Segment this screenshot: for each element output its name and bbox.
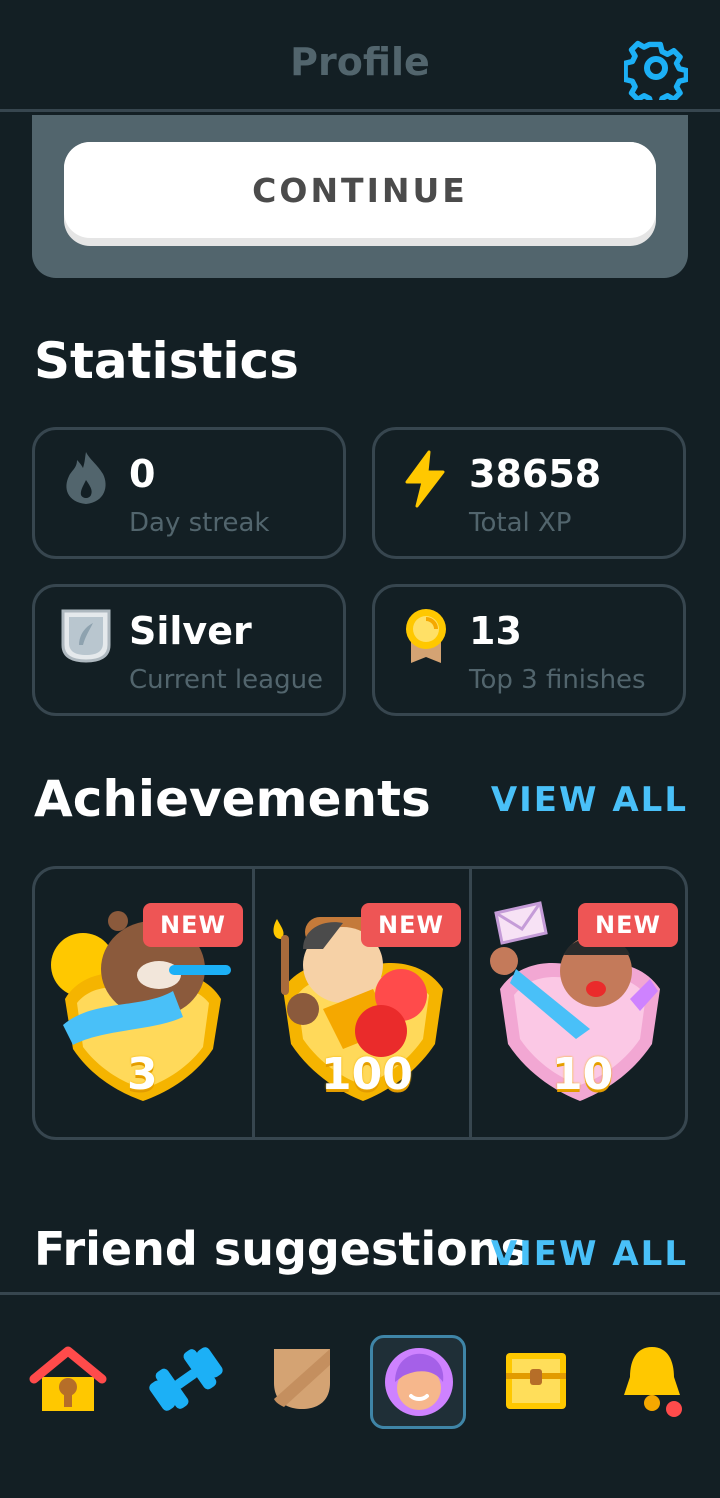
stat-card-league: Silver Current league <box>32 584 346 716</box>
medal-icon <box>406 609 446 663</box>
achievement-level: 3 <box>127 1049 158 1100</box>
stat-card-xp: 38658 Total XP <box>372 427 686 559</box>
stat-label: Day streak <box>129 508 270 538</box>
stat-value: 38658 <box>469 452 602 496</box>
silver-league-shield-icon <box>61 609 111 663</box>
lightning-icon <box>405 450 445 508</box>
house-icon[interactable] <box>28 1339 108 1419</box>
shield-icon[interactable] <box>262 1339 342 1419</box>
dumbbell-icon[interactable] <box>146 1339 226 1419</box>
achievement-item[interactable]: NEW 10 <box>472 869 685 1137</box>
continue-button-label[interactable]: CONTINUE <box>64 142 656 238</box>
achievements-view-all-link[interactable]: VIEW ALL <box>491 780 688 820</box>
friend-suggestions-heading: Friend suggestions <box>34 1222 528 1276</box>
statistics-heading: Statistics <box>34 332 299 390</box>
stat-label: Top 3 finishes <box>469 665 646 695</box>
achievement-item[interactable]: NEW 100 <box>255 869 472 1137</box>
new-badge: NEW <box>143 903 243 947</box>
tab-profile[interactable] <box>370 1335 466 1429</box>
new-badge: NEW <box>361 903 461 947</box>
stat-value: Silver <box>129 609 252 653</box>
treasure-chest-icon[interactable] <box>496 1339 576 1419</box>
new-badge: NEW <box>578 903 678 947</box>
page-title: Profile <box>290 40 430 84</box>
achievement-level: 100 <box>321 1049 413 1100</box>
continue-button[interactable]: CONTINUE <box>64 142 656 246</box>
stat-label: Current league <box>129 665 324 695</box>
friends-view-all-link[interactable]: VIEW ALL <box>491 1234 688 1274</box>
achievements-heading: Achievements <box>34 770 431 828</box>
stat-label: Total XP <box>469 508 572 538</box>
stat-card-top3: 13 Top 3 finishes <box>372 584 686 716</box>
stat-value: 13 <box>469 609 522 653</box>
avatar-icon <box>385 1348 453 1416</box>
gear-icon[interactable] <box>624 36 688 100</box>
stat-value: 0 <box>129 452 156 496</box>
bottom-tab-bar <box>0 1292 720 1498</box>
achievement-item[interactable]: NEW 3 <box>35 869 252 1137</box>
achievements-panel: NEW 3 NEW 100 NEW 10 <box>32 866 688 1140</box>
stat-card-streak: 0 Day streak <box>32 427 346 559</box>
bell-icon[interactable] <box>612 1339 692 1419</box>
flame-icon <box>66 452 106 504</box>
top-bar: Profile <box>0 0 720 112</box>
achievement-level: 10 <box>552 1049 614 1100</box>
